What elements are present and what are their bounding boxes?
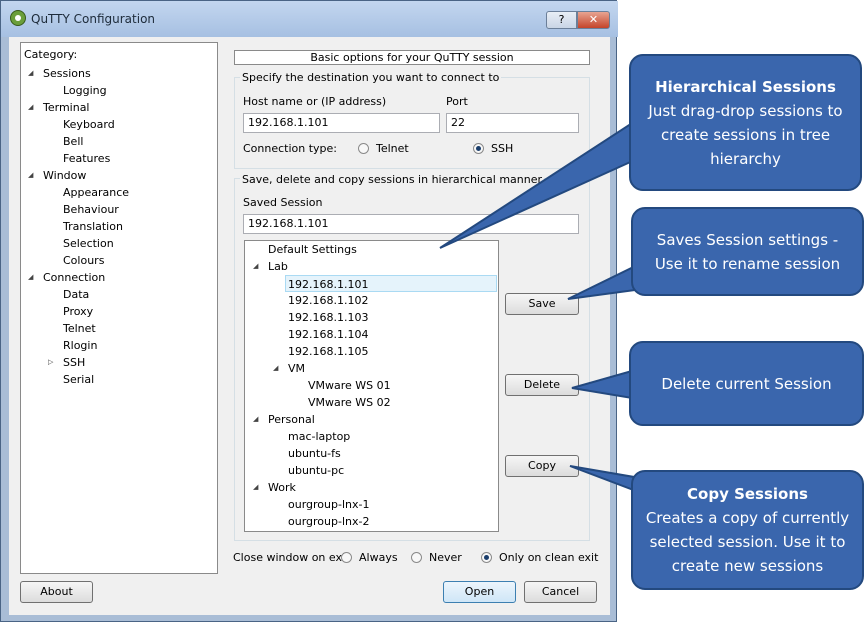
session-item[interactable]: VMware WS 02 bbox=[308, 394, 391, 411]
host-label: Host name or (IP address) bbox=[243, 95, 387, 108]
cancel-button[interactable]: Cancel bbox=[524, 581, 597, 603]
always-radio-label: Always bbox=[359, 551, 398, 564]
about-button[interactable]: About bbox=[20, 581, 93, 603]
callout-save-body: Saves Session settings - Use it to renam… bbox=[654, 230, 841, 273]
session-item[interactable]: Personal bbox=[268, 411, 315, 428]
category-item-behaviour[interactable]: Behaviour bbox=[63, 201, 119, 218]
category-item-connection[interactable]: Connection bbox=[43, 269, 105, 286]
window-title: QuTTY Configuration bbox=[31, 12, 156, 26]
session-item-selected[interactable]: 192.168.1.101 bbox=[285, 275, 497, 292]
title-bar[interactable]: QuTTY Configuration ? ✕ bbox=[1, 1, 618, 37]
callout-copy-body: Creates a copy of currently selected ses… bbox=[645, 509, 850, 575]
save-button[interactable]: Save bbox=[505, 293, 579, 315]
only-clean-exit-label: Only on clean exit bbox=[499, 551, 599, 564]
host-input[interactable]: 192.168.1.101 bbox=[243, 113, 440, 133]
category-item-keyboard[interactable]: Keyboard bbox=[63, 116, 115, 133]
always-radio[interactable] bbox=[341, 552, 352, 563]
callout-delete: Delete current Session bbox=[629, 341, 864, 426]
saved-session-input[interactable]: 192.168.1.101 bbox=[243, 214, 579, 234]
category-item-terminal[interactable]: Terminal bbox=[43, 99, 90, 116]
session-item[interactable]: Default Settings bbox=[268, 241, 357, 258]
category-item-serial[interactable]: Serial bbox=[63, 371, 94, 388]
only-clean-exit-radio[interactable] bbox=[481, 552, 492, 563]
callout-copy-title: Copy Sessions bbox=[687, 485, 808, 503]
session-item[interactable]: ubuntu-pc bbox=[288, 462, 344, 479]
category-expander-icon[interactable]: ◢ bbox=[28, 103, 37, 112]
session-item[interactable]: VMware WS 01 bbox=[308, 377, 391, 394]
ssh-radio[interactable] bbox=[473, 143, 484, 154]
session-item[interactable]: 192.168.1.103 bbox=[288, 309, 368, 326]
delete-button[interactable]: Delete bbox=[505, 374, 579, 396]
connection-type-label: Connection type: bbox=[243, 142, 338, 155]
category-expander-icon[interactable]: ◢ bbox=[28, 69, 37, 78]
close-window-label: Close window on exit bbox=[233, 551, 350, 564]
category-item-selection[interactable]: Selection bbox=[63, 235, 114, 252]
app-icon bbox=[10, 10, 26, 26]
callout-save: Saves Session settings - Use it to renam… bbox=[631, 207, 864, 296]
sessions-group-title: Save, delete and copy sessions in hierar… bbox=[240, 173, 545, 186]
category-expander-icon[interactable]: ◢ bbox=[28, 171, 37, 180]
session-item[interactable]: Work bbox=[268, 479, 296, 496]
session-item[interactable]: ourgroup-lnx-2 bbox=[288, 513, 369, 530]
callout-hierarchical-body: Just drag-drop sessions to create sessio… bbox=[648, 101, 843, 168]
never-radio[interactable] bbox=[411, 552, 422, 563]
session-item[interactable]: ourgroup-lnx-1 bbox=[288, 496, 369, 513]
saved-session-label: Saved Session bbox=[243, 196, 323, 209]
telnet-radio[interactable] bbox=[358, 143, 369, 154]
category-item-translation[interactable]: Translation bbox=[63, 218, 123, 235]
port-label: Port bbox=[446, 95, 468, 108]
category-item-sessions[interactable]: Sessions bbox=[43, 65, 91, 82]
never-radio-label: Never bbox=[429, 551, 462, 564]
help-button[interactable]: ? bbox=[546, 11, 577, 29]
category-item-data[interactable]: Data bbox=[63, 286, 89, 303]
session-item[interactable]: ubuntu-fs bbox=[288, 445, 341, 462]
category-item-ssh[interactable]: SSH bbox=[63, 354, 85, 371]
session-item[interactable]: VM bbox=[288, 360, 305, 377]
callout-hierarchical-title: Hierarchical Sessions bbox=[655, 77, 836, 96]
category-item-logging[interactable]: Logging bbox=[63, 82, 107, 99]
category-tree[interactable] bbox=[20, 42, 218, 574]
session-expander-icon[interactable]: ◢ bbox=[253, 483, 262, 492]
copy-button[interactable]: Copy bbox=[505, 455, 579, 477]
callout-delete-body: Delete current Session bbox=[661, 374, 832, 393]
session-item[interactable]: 192.168.1.104 bbox=[288, 326, 368, 343]
port-input[interactable]: 22 bbox=[446, 113, 579, 133]
session-item[interactable]: 192.168.1.105 bbox=[288, 343, 368, 360]
open-button[interactable]: Open bbox=[443, 581, 516, 603]
options-header: Basic options for your QuTTY session bbox=[234, 50, 590, 65]
ssh-radio-label: SSH bbox=[491, 142, 514, 155]
category-label: Category: bbox=[24, 48, 78, 61]
telnet-radio-label: Telnet bbox=[376, 142, 409, 155]
session-item[interactable]: mac-laptop bbox=[288, 428, 350, 445]
category-item-bell[interactable]: Bell bbox=[63, 133, 83, 150]
session-expander-icon[interactable]: ◢ bbox=[273, 364, 282, 373]
callout-copy: Copy Sessions Creates a copy of currentl… bbox=[631, 470, 864, 590]
category-item-appearance[interactable]: Appearance bbox=[63, 184, 129, 201]
session-item[interactable]: 192.168.1.102 bbox=[288, 292, 368, 309]
session-item[interactable]: Lab bbox=[268, 258, 288, 275]
category-item-proxy[interactable]: Proxy bbox=[63, 303, 93, 320]
category-item-rlogin[interactable]: Rlogin bbox=[63, 337, 97, 354]
destination-group-title: Specify the destination you want to conn… bbox=[240, 71, 502, 84]
callout-hierarchical-sessions: Hierarchical Sessions Just drag-drop ses… bbox=[629, 54, 862, 191]
session-expander-icon[interactable]: ◢ bbox=[253, 415, 262, 424]
category-item-window[interactable]: Window bbox=[43, 167, 86, 184]
close-button[interactable]: ✕ bbox=[577, 11, 610, 29]
category-expander-icon[interactable]: ◢ bbox=[28, 273, 37, 282]
category-item-colours[interactable]: Colours bbox=[63, 252, 104, 269]
category-item-telnet[interactable]: Telnet bbox=[63, 320, 96, 337]
session-expander-icon[interactable]: ◢ bbox=[253, 262, 262, 271]
category-item-features[interactable]: Features bbox=[63, 150, 110, 167]
category-expander-icon[interactable]: ▷ bbox=[48, 358, 57, 367]
